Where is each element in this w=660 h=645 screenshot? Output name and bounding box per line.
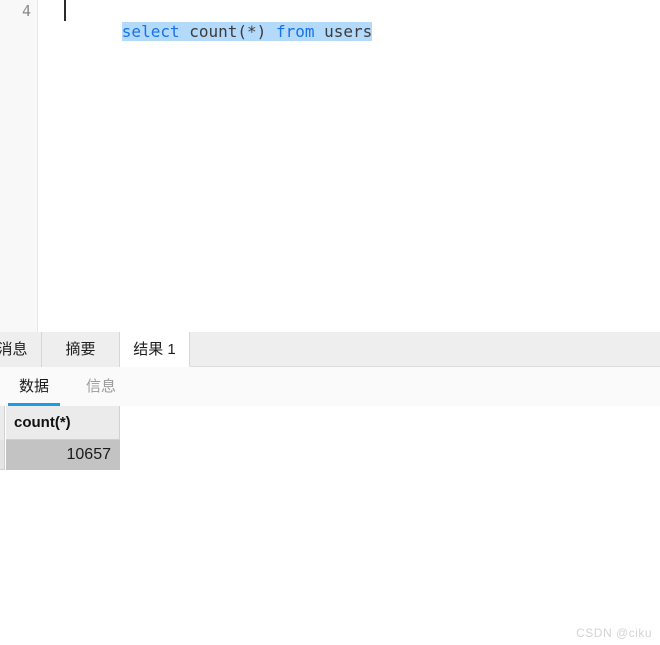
sql-editor-panel[interactable]: 4 select count(*) from users <box>0 0 660 332</box>
sql-table-users: users <box>324 22 373 41</box>
result-tab-strip: 消息 摘要 结果 1 <box>0 332 660 367</box>
grid-row-header-1[interactable] <box>0 440 5 470</box>
sql-function-count: count(*) <box>189 22 267 41</box>
watermark-text: CSDN @ciku <box>576 626 652 640</box>
grid-cell-count-value[interactable]: 10657 <box>6 440 120 470</box>
result-data-grid[interactable]: count(*) 10657 <box>0 406 660 645</box>
result-panel: 消息 摘要 结果 1 数据 信息 count(*) 10657 <box>0 332 660 645</box>
sql-selection-highlight: select count(*) from users <box>121 22 373 41</box>
line-number-4: 4 <box>21 2 31 20</box>
editor-text-area[interactable]: select count(*) from users <box>39 0 660 332</box>
tab-summary[interactable]: 摘要 <box>42 332 120 367</box>
sql-statement-line[interactable]: select count(*) from users <box>64 0 373 41</box>
result-sub-tab-strip: 数据 信息 <box>0 367 660 406</box>
text-cursor <box>64 0 66 21</box>
tab-messages[interactable]: 消息 <box>0 332 42 367</box>
sql-space-3 <box>314 22 324 41</box>
sub-tab-data[interactable]: 数据 <box>8 373 60 406</box>
sql-space-1 <box>180 22 190 41</box>
tab-result-1[interactable]: 结果 1 <box>120 332 190 367</box>
grid-column-header-count[interactable]: count(*) <box>6 406 120 440</box>
sub-tab-info[interactable]: 信息 <box>75 373 127 406</box>
sql-keyword-from: from <box>275 22 315 41</box>
sql-keyword-select: select <box>121 22 180 41</box>
editor-line-number-gutter: 4 <box>0 0 38 332</box>
sql-space-2 <box>266 22 276 41</box>
